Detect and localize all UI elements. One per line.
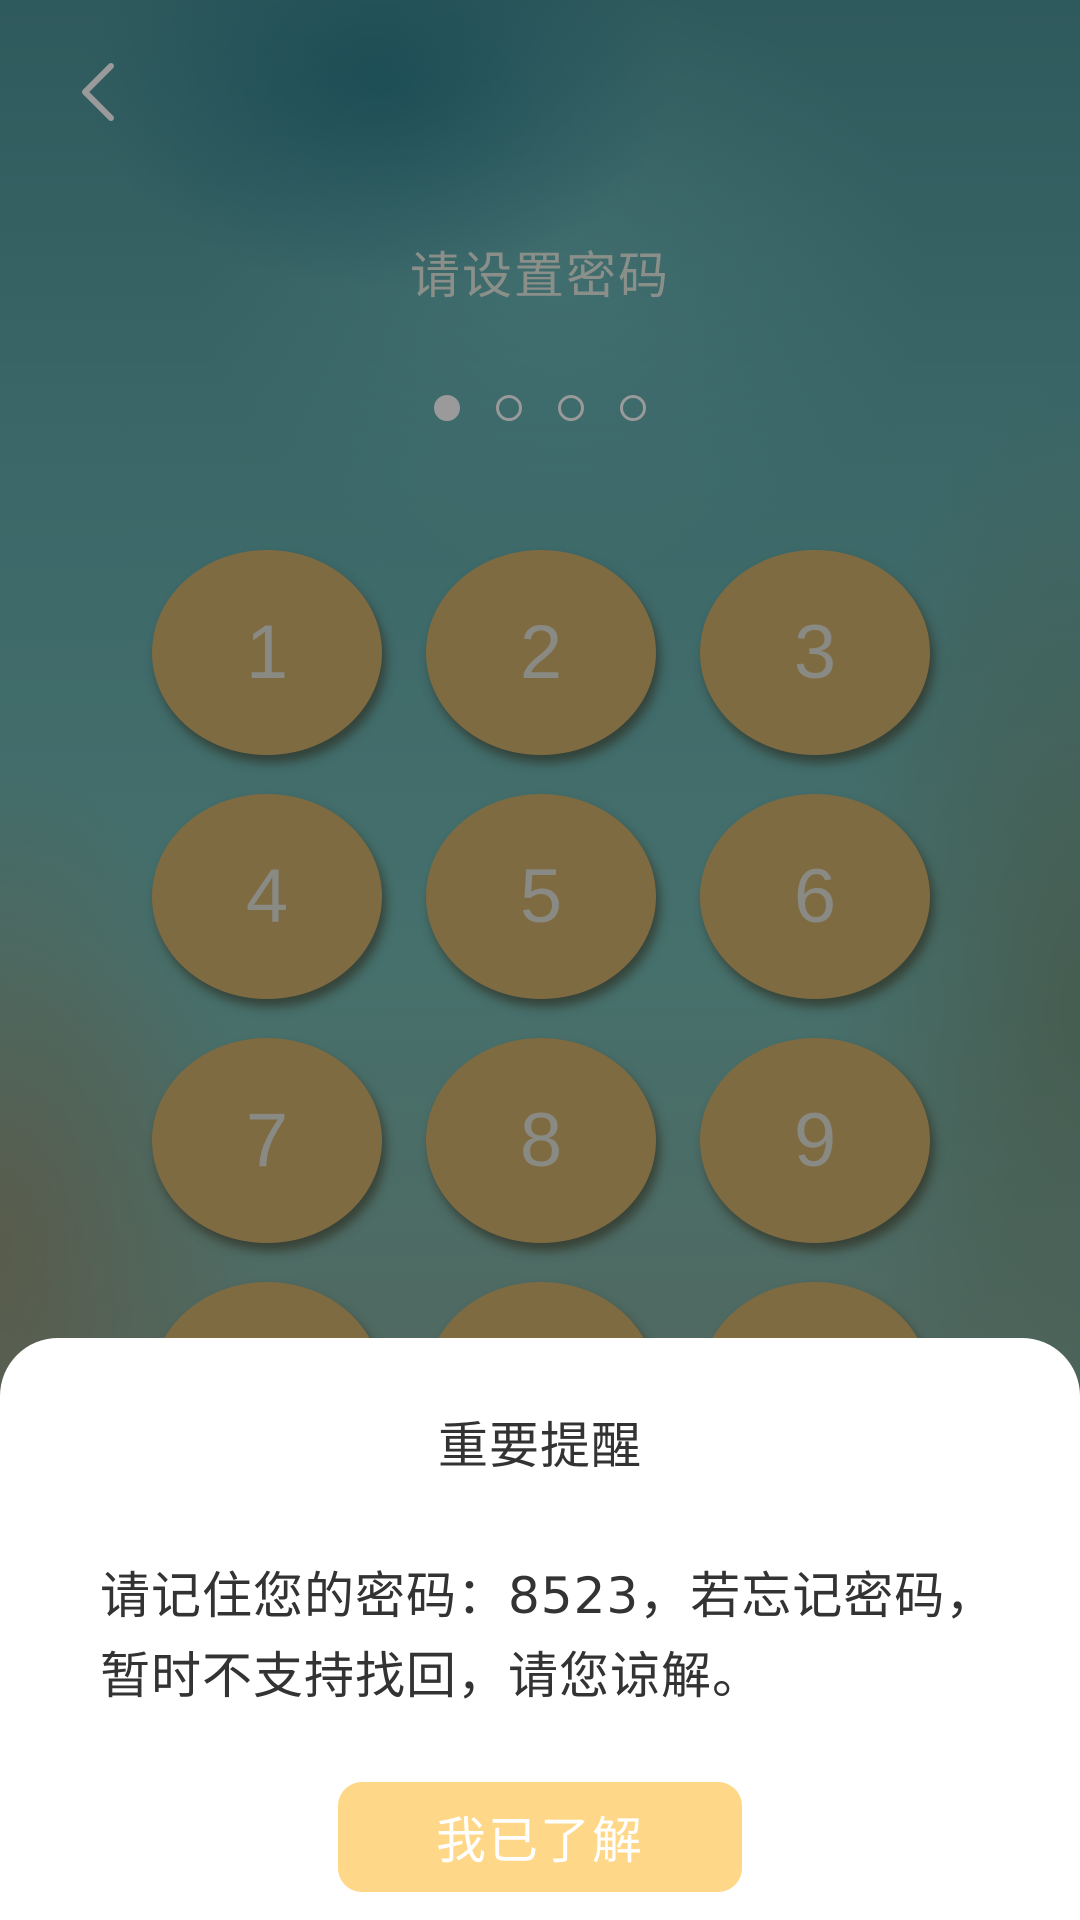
key-6[interactable]: 6	[700, 794, 930, 999]
pin-indicator	[0, 395, 1080, 421]
key-5[interactable]: 5	[426, 794, 656, 999]
back-button[interactable]	[62, 52, 132, 132]
pin-dot	[496, 395, 522, 421]
dialog-message: 请记住您的密码：8523，若忘记密码，暂时不支持找回，请您谅解。	[100, 1567, 997, 1705]
reminder-dialog: 重要提醒 请记住您的密码：8523，若忘记密码，暂时不支持找回，请您谅解。 我已…	[0, 1338, 1080, 1920]
key-7[interactable]: 7	[152, 1038, 382, 1243]
pin-dot	[434, 395, 460, 421]
chevron-left-icon	[82, 63, 114, 121]
key-9[interactable]: 9	[700, 1038, 930, 1243]
key-3[interactable]: 3	[700, 550, 930, 755]
pin-dot	[558, 395, 584, 421]
confirm-button[interactable]: 我已了解	[338, 1782, 742, 1892]
key-8[interactable]: 8	[426, 1038, 656, 1243]
key-1[interactable]: 1	[152, 550, 382, 755]
dialog-title: 重要提醒	[438, 1417, 642, 1475]
pin-dot	[620, 395, 646, 421]
page-title: 请设置密码	[410, 247, 670, 305]
key-2[interactable]: 2	[426, 550, 656, 755]
lock-setup-screen: 请设置密码 1 2 3 4 5 6 7 8 9 重要提醒 请记住您的密码：852…	[0, 0, 1080, 1920]
key-4[interactable]: 4	[152, 794, 382, 999]
